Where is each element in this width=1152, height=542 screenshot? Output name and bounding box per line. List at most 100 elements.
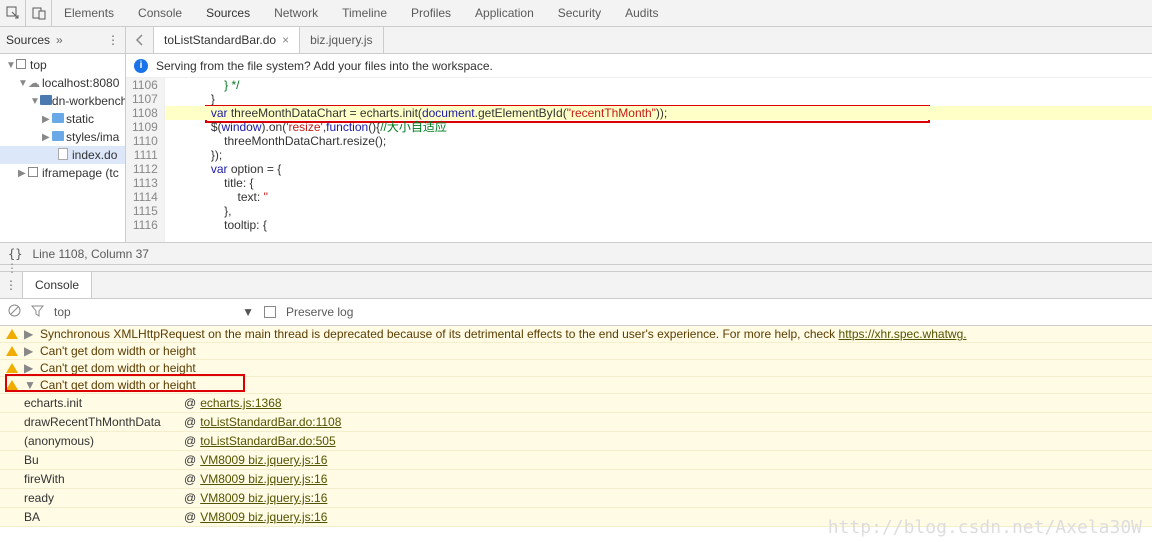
workspace-info-bar: i Serving from the file system? Add your…	[126, 54, 1152, 78]
clear-console-icon[interactable]	[8, 304, 21, 320]
stack-frame[interactable]: BA@VM8009 biz.jquery.js:16	[0, 508, 1152, 527]
file-tab[interactable]: toListStandardBar.do×	[154, 27, 300, 53]
code-line[interactable]: title: {	[165, 176, 1152, 190]
main-tab-profiles[interactable]: Profiles	[399, 6, 463, 20]
code-line[interactable]: $(window).on('resize',function(){//大小自适应	[165, 120, 1152, 134]
tree-arrow-icon[interactable]: ▼	[30, 96, 40, 107]
nav-back-icon[interactable]	[126, 27, 154, 53]
code-line[interactable]: text: ''	[165, 190, 1152, 204]
file-tab[interactable]: biz.jquery.js	[300, 27, 383, 53]
tree-label: static	[66, 112, 94, 126]
stack-frame[interactable]: echarts.init@echarts.js:1368	[0, 394, 1152, 413]
tree-item[interactable]: ▼ dn-workbench	[0, 92, 125, 110]
stack-function: (anonymous)	[24, 434, 184, 448]
preserve-log-checkbox[interactable]	[264, 306, 276, 318]
tree-item[interactable]: ▶ static	[0, 110, 125, 128]
at-symbol: @	[184, 415, 196, 429]
code-line[interactable]: threeMonthDataChart.resize();	[165, 134, 1152, 148]
tree-label: dn-workbench	[52, 94, 126, 108]
console-filter-bar: top ▼ Preserve log	[0, 299, 1152, 326]
file-tree[interactable]: ▼ top▼ localhost:8080▼ dn-workbench▶ sta…	[0, 54, 126, 242]
device-icon[interactable]	[26, 0, 52, 26]
expand-arrow-icon[interactable]: ▶	[24, 361, 34, 375]
console-tab[interactable]: Console	[22, 272, 92, 298]
expand-arrow-icon[interactable]: ▶	[24, 344, 34, 358]
stack-location-link[interactable]: VM8009 biz.jquery.js:16	[200, 510, 327, 524]
code-line[interactable]: });	[165, 148, 1152, 162]
code-line[interactable]: },	[165, 204, 1152, 218]
tree-item[interactable]: index.do	[0, 146, 125, 164]
warning-icon	[6, 363, 18, 373]
line-number: 1107	[132, 92, 158, 106]
navigator-menu-icon[interactable]: ⋮	[107, 33, 119, 47]
main-tab-sources[interactable]: Sources	[194, 6, 262, 20]
filter-icon[interactable]	[31, 304, 44, 320]
tree-item[interactable]: ▼ localhost:8080	[0, 74, 125, 92]
tree-item[interactable]: ▼ top	[0, 56, 125, 74]
inspect-icon[interactable]	[0, 0, 26, 26]
stack-location-link[interactable]: toListStandardBar.do:1108	[200, 415, 341, 429]
line-number: 1106	[132, 78, 158, 92]
frame-icon	[16, 58, 30, 72]
tree-label: index.do	[72, 148, 117, 162]
code-body[interactable]: } */ } var threeMonthDataChart = echarts…	[165, 78, 1152, 242]
stack-frame[interactable]: (anonymous)@toListStandardBar.do:505	[0, 432, 1152, 451]
stack-location-link[interactable]: VM8009 biz.jquery.js:16	[200, 472, 327, 486]
line-number: 1113	[132, 176, 158, 190]
main-tab-security[interactable]: Security	[546, 6, 613, 20]
stack-location-link[interactable]: VM8009 biz.jquery.js:16	[200, 453, 327, 467]
code-line[interactable]: } */	[165, 78, 1152, 92]
stack-function: echarts.init	[24, 396, 184, 410]
tree-arrow-icon[interactable]: ▼	[18, 78, 28, 89]
warning-icon	[6, 329, 18, 339]
console-message[interactable]: ▶Can't get dom width or height	[0, 343, 1152, 360]
code-line[interactable]: }	[165, 92, 1152, 106]
stack-frame[interactable]: ready@VM8009 biz.jquery.js:16	[0, 489, 1152, 508]
folder-icon	[52, 112, 66, 126]
tree-label: styles/ima	[66, 130, 119, 144]
stack-location-link[interactable]: toListStandardBar.do:505	[200, 434, 335, 448]
line-number: 1111	[132, 148, 158, 162]
warning-icon	[6, 380, 18, 390]
dropdown-icon: ▼	[242, 305, 254, 319]
info-text: Serving from the file system? Add your f…	[156, 59, 493, 73]
drawer-menu-icon[interactable]: ⋮	[0, 278, 22, 292]
main-tab-network[interactable]: Network	[262, 6, 330, 20]
main-tab-console[interactable]: Console	[126, 6, 194, 20]
tree-arrow-icon[interactable]: ▼	[6, 60, 16, 71]
at-symbol: @	[184, 491, 196, 505]
console-message[interactable]: ▼Can't get dom width or height	[0, 377, 1152, 394]
code-editor[interactable]: 1106110711081109111011111112111311141115…	[126, 78, 1152, 242]
console-message[interactable]: ▶Synchronous XMLHttpRequest on the main …	[0, 326, 1152, 343]
at-symbol: @	[184, 510, 196, 524]
main-tab-application[interactable]: Application	[463, 6, 546, 20]
stack-frame[interactable]: Bu@VM8009 biz.jquery.js:16	[0, 451, 1152, 470]
stack-frame[interactable]: drawRecentThMonthData@toListStandardBar.…	[0, 413, 1152, 432]
expand-arrow-icon[interactable]: ▶	[24, 327, 34, 341]
message-text: Can't get dom width or height	[40, 361, 196, 375]
expand-arrow-icon[interactable]: ▼	[24, 378, 34, 392]
close-icon[interactable]: ×	[282, 33, 289, 47]
console-output[interactable]: ▶Synchronous XMLHttpRequest on the main …	[0, 326, 1152, 527]
stack-location-link[interactable]: VM8009 biz.jquery.js:16	[200, 491, 327, 505]
tree-arrow-icon[interactable]: ▶	[42, 132, 52, 143]
tree-arrow-icon[interactable]: ▶	[18, 168, 28, 179]
code-line[interactable]: tooltip: {	[165, 218, 1152, 232]
stack-frame[interactable]: fireWith@VM8009 biz.jquery.js:16	[0, 470, 1152, 489]
context-selector[interactable]: top ▼	[54, 305, 254, 319]
stack-location-link[interactable]: echarts.js:1368	[200, 396, 281, 410]
drawer-resize-handle[interactable]: ⋮	[0, 264, 1152, 272]
tree-arrow-icon[interactable]: ▶	[42, 114, 52, 125]
main-tab-audits[interactable]: Audits	[613, 6, 670, 20]
help-link[interactable]: https://xhr.spec.whatwg.	[839, 327, 967, 341]
code-line[interactable]: var option = {	[165, 162, 1152, 176]
tree-label: top	[30, 58, 47, 72]
main-tab-elements[interactable]: Elements	[52, 6, 126, 20]
tree-item[interactable]: ▶ styles/ima	[0, 128, 125, 146]
console-message[interactable]: ▶ Can't get dom width or height	[0, 360, 1152, 377]
chevron-right-icon[interactable]: »	[56, 33, 63, 47]
braces-icon[interactable]: {}	[8, 247, 22, 261]
tree-item[interactable]: ▶ iframepage (tc	[0, 164, 125, 182]
code-line[interactable]: var threeMonthDataChart = echarts.init(d…	[165, 106, 1152, 120]
main-tab-timeline[interactable]: Timeline	[330, 6, 399, 20]
